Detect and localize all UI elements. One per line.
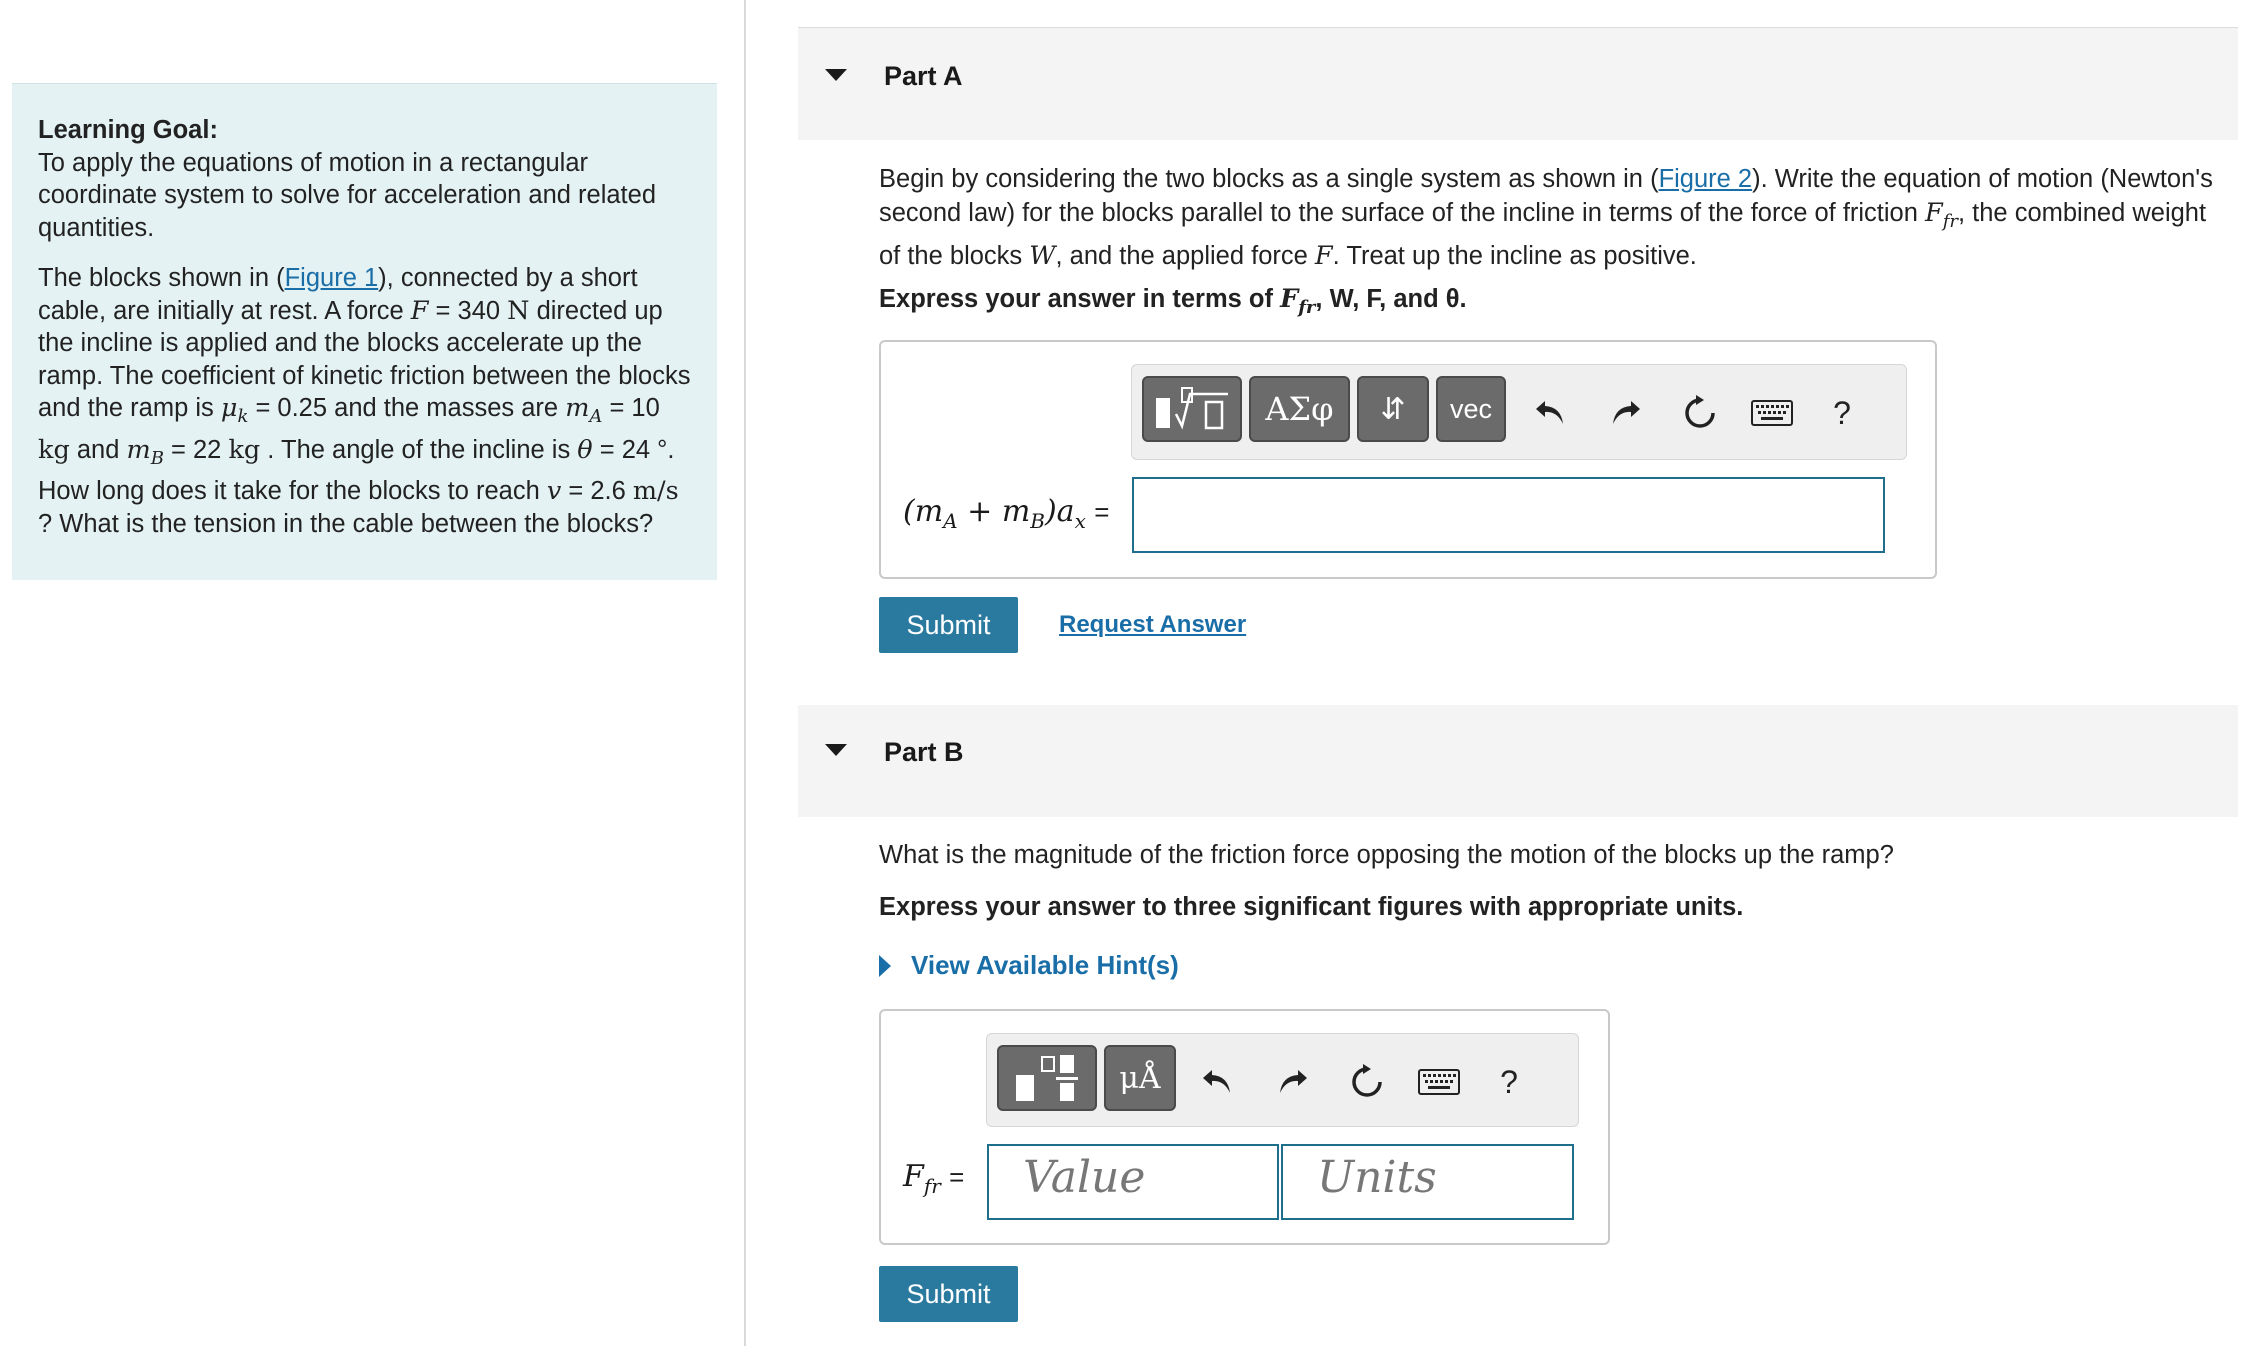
reset-icon[interactable] xyxy=(1678,391,1722,435)
math-symbol: )a xyxy=(1044,494,1075,529)
learning-goal-title: Learning Goal: xyxy=(38,116,218,144)
math-subscript: k xyxy=(237,406,249,428)
math-subscript: B xyxy=(150,447,164,469)
view-hints-label: View Available Hint(s) xyxy=(911,950,1179,980)
collapse-caret-icon[interactable] xyxy=(825,744,847,756)
math-symbol: μ xyxy=(220,393,238,423)
pane-divider[interactable] xyxy=(744,0,746,1346)
math-subscript: B xyxy=(1030,509,1045,533)
templates-button[interactable] xyxy=(1142,376,1242,442)
unit-text: kg xyxy=(38,434,70,465)
part-a-question: Begin by considering the two blocks as a… xyxy=(879,162,2219,273)
math-symbol: m xyxy=(565,393,590,423)
part-a-answer-box: ΑΣφ ⇵ vec ? (mA + mB)ax = xyxy=(879,340,1937,579)
units-input[interactable]: Units xyxy=(1281,1144,1574,1220)
part-b-express: Express your answer to three significant… xyxy=(879,893,1744,921)
math-symbol: W xyxy=(1029,241,1056,272)
left-pane: Learning Goal: To apply the equations of… xyxy=(0,0,745,1346)
part-a-title: Part A xyxy=(884,61,963,91)
unit-text: m/s xyxy=(632,476,679,507)
vector-button[interactable]: vec xyxy=(1436,376,1506,442)
problem-text: = 0.25 and the masses are xyxy=(248,394,566,422)
math-subscript: A xyxy=(943,509,958,533)
part-a-header[interactable]: Part A xyxy=(798,27,2238,140)
problem-text: = 2.6 xyxy=(561,477,633,506)
part-a-answer-input[interactable] xyxy=(1132,477,1885,553)
math-subscript: fr xyxy=(923,1174,941,1198)
equation-lhs: (mA + mB)ax = xyxy=(903,494,1109,533)
part-b-title: Part B xyxy=(884,737,964,767)
reset-icon[interactable] xyxy=(1345,1060,1389,1104)
problem-statement: The blocks shown in (Figure 1), connecte… xyxy=(38,262,691,540)
help-icon[interactable]: ? xyxy=(1822,391,1862,435)
units-toolbar: μÅ ? xyxy=(986,1033,1579,1127)
problem-text: = 22 xyxy=(163,435,229,464)
question-text: Begin by considering the two blocks as a… xyxy=(879,165,1659,193)
unit-text: kg xyxy=(228,434,261,465)
view-hints-toggle[interactable]: View Available Hint(s) xyxy=(879,950,1179,981)
problem-text: ? What is the tension in the cable betwe… xyxy=(38,509,654,538)
math-symbol: v xyxy=(546,476,562,507)
learning-goal-text: Learning Goal: To apply the equations of… xyxy=(38,114,691,244)
part-b-answer-box: μÅ ? Ffr = Value Units xyxy=(879,1009,1610,1245)
redo-icon[interactable] xyxy=(1273,1062,1313,1102)
keyboard-icon[interactable] xyxy=(1417,1064,1461,1100)
math-subscript: fr xyxy=(1298,297,1316,319)
request-answer-link[interactable]: Request Answer xyxy=(1059,611,1246,639)
math-subscript: fr xyxy=(1942,211,1958,233)
units-placeholder: Units xyxy=(1317,1152,1437,1203)
math-symbol: F xyxy=(1280,284,1299,314)
math-toolbar: ΑΣφ ⇵ vec ? xyxy=(1131,364,1907,460)
redo-icon[interactable] xyxy=(1606,393,1646,433)
part-b-submit-button[interactable]: Submit xyxy=(879,1266,1018,1322)
math-symbol: + m xyxy=(957,494,1031,529)
math-symbol: F xyxy=(1925,198,1943,228)
help-icon[interactable]: ? xyxy=(1489,1060,1529,1104)
value-placeholder: Value xyxy=(1023,1152,1146,1203)
collapse-caret-icon[interactable] xyxy=(825,69,847,81)
keyboard-icon[interactable] xyxy=(1750,395,1794,431)
figure-1-link[interactable]: Figure 1 xyxy=(285,264,379,292)
equation-lhs: Ffr = xyxy=(903,1159,964,1198)
express-text: Express your answer in terms of xyxy=(879,285,1281,313)
problem-text: = 10 xyxy=(602,394,660,422)
part-a-submit-button[interactable]: Submit xyxy=(879,597,1018,653)
arrows-button[interactable]: ⇵ xyxy=(1357,376,1429,442)
greek-symbols-button[interactable]: ΑΣφ xyxy=(1249,376,1350,442)
part-b-question: What is the magnitude of the friction fo… xyxy=(879,841,1894,869)
undo-icon[interactable] xyxy=(1197,1062,1237,1102)
question-text: , and the applied force xyxy=(1055,242,1315,271)
math-subscript: A xyxy=(589,406,603,428)
problem-text: The blocks shown in ( xyxy=(38,264,285,292)
templates-icon xyxy=(1156,387,1228,430)
templates-icon xyxy=(1016,1055,1078,1101)
unit-text: N xyxy=(507,295,530,326)
learning-goal-body: To apply the equations of motion in a re… xyxy=(38,148,657,242)
units-button[interactable]: μÅ xyxy=(1104,1045,1176,1111)
express-text: , W, F, and θ. xyxy=(1315,285,1467,313)
math-symbol: θ xyxy=(577,434,593,465)
value-input[interactable]: Value xyxy=(987,1144,1279,1220)
math-symbol: (m xyxy=(903,494,944,529)
figure-2-link[interactable]: Figure 2 xyxy=(1659,165,1753,193)
part-b-header[interactable]: Part B xyxy=(798,705,2238,817)
math-symbol: m xyxy=(126,434,151,465)
question-text: . Treat up the incline as positive. xyxy=(1332,242,1697,271)
learning-goal-box: Learning Goal: To apply the equations of… xyxy=(12,83,717,580)
undo-icon[interactable] xyxy=(1530,393,1570,433)
equals-sign: = xyxy=(1094,497,1110,527)
templates-button[interactable] xyxy=(997,1045,1097,1111)
math-subscript: x xyxy=(1074,509,1086,533)
math-symbol: F xyxy=(1314,241,1333,272)
problem-text: and xyxy=(69,435,127,464)
part-a-express: Express your answer in terms of Ffr, W, … xyxy=(879,284,1467,318)
problem-text: = 340 xyxy=(428,296,508,325)
math-symbol: F xyxy=(903,1159,924,1194)
expand-caret-icon xyxy=(879,954,891,977)
math-symbol: F xyxy=(410,295,429,326)
problem-text: . The angle of the incline is xyxy=(260,435,578,464)
equals-sign: = xyxy=(949,1162,965,1192)
